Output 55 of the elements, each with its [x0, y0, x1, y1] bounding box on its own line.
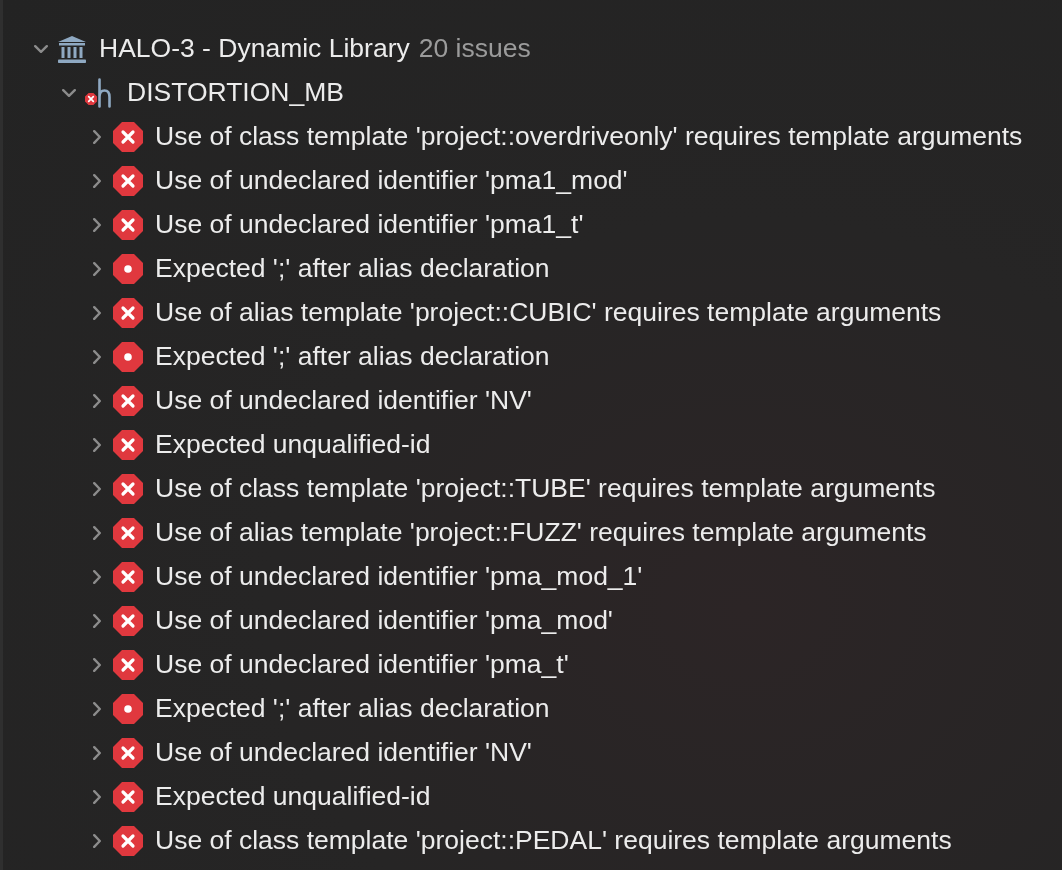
- error-icon: [113, 562, 143, 592]
- chevron-right-icon[interactable]: [93, 790, 101, 804]
- chevron-right-icon[interactable]: [93, 746, 101, 760]
- issue-message[interactable]: Use of alias template 'project::CUBIC' requires template arguments: [155, 297, 942, 329]
- error-icon: [113, 826, 143, 856]
- chevron-right-icon[interactable]: [93, 614, 101, 628]
- issue-message[interactable]: Use of undeclared identifier 'pma_mod': [155, 605, 613, 637]
- chevron-right-icon[interactable]: [93, 394, 101, 408]
- chevron-right-icon[interactable]: [93, 658, 101, 672]
- columns-building-icon: [57, 35, 87, 63]
- chevron-right-icon[interactable]: [93, 262, 101, 276]
- error-icon: [113, 738, 143, 768]
- chevron-right-icon[interactable]: [93, 834, 101, 848]
- issue-message[interactable]: Expected unqualified-id: [155, 429, 431, 461]
- error-icon: [113, 606, 143, 636]
- chevron-down-icon[interactable]: [62, 89, 76, 97]
- issue-message[interactable]: Use of undeclared identifier 'pma_mod_1': [155, 561, 643, 593]
- error-icon: [113, 518, 143, 548]
- issue-message[interactable]: Expected unqualified-id: [155, 781, 431, 813]
- issue-message[interactable]: Use of undeclared identifier 'pma1_t': [155, 209, 584, 241]
- chevron-right-icon[interactable]: [93, 526, 101, 540]
- chevron-right-icon[interactable]: [93, 130, 101, 144]
- error-icon: [113, 430, 143, 460]
- issue-message[interactable]: Use of undeclared identifier 'pma_t': [155, 649, 569, 681]
- error-icon: [113, 210, 143, 240]
- error-icon: [113, 650, 143, 680]
- chevron-right-icon[interactable]: [93, 306, 101, 320]
- issue-message[interactable]: Expected ';' after alias declaration: [155, 693, 550, 725]
- chevron-right-icon[interactable]: [93, 218, 101, 232]
- issue-message[interactable]: Use of class template 'project::overdriveonly' requires template arguments: [155, 121, 1023, 153]
- issue-message[interactable]: Use of class template 'project::PEDAL' requires template arguments: [155, 825, 952, 857]
- issue-message[interactable]: Use of undeclared identifier 'NV': [155, 385, 532, 417]
- error-icon: [113, 298, 143, 328]
- chevron-down-icon[interactable]: [34, 45, 48, 53]
- issue-message[interactable]: Expected ';' after alias declaration: [155, 341, 550, 373]
- chevron-right-icon[interactable]: [93, 350, 101, 364]
- error-icon: [113, 386, 143, 416]
- issue-count: 20 issues: [418, 33, 531, 65]
- issue-message[interactable]: Expected ';' after alias declaration: [155, 253, 550, 285]
- error-icon: [113, 166, 143, 196]
- issue-message[interactable]: Use of alias template 'project::FUZZ' requires template arguments: [155, 517, 927, 549]
- target-name[interactable]: HALO-3 - Dynamic Library: [99, 33, 410, 65]
- chevron-right-icon[interactable]: [93, 482, 101, 496]
- h-file-error-icon: [85, 78, 111, 108]
- error-icon: [113, 782, 143, 812]
- chevron-right-icon[interactable]: [93, 438, 101, 452]
- chevron-right-icon[interactable]: [93, 174, 101, 188]
- file-name[interactable]: DISTORTION_MB: [127, 77, 344, 109]
- error-icon: [113, 122, 143, 152]
- issue-message[interactable]: Use of undeclared identifier 'pma1_mod': [155, 165, 628, 197]
- chevron-right-icon[interactable]: [93, 702, 101, 716]
- issue-message[interactable]: Use of undeclared identifier 'NV': [155, 737, 532, 769]
- issue-message[interactable]: Use of class template 'project::TUBE' requires template arguments: [155, 473, 936, 505]
- chevron-right-icon[interactable]: [93, 570, 101, 584]
- error-icon: [113, 474, 143, 504]
